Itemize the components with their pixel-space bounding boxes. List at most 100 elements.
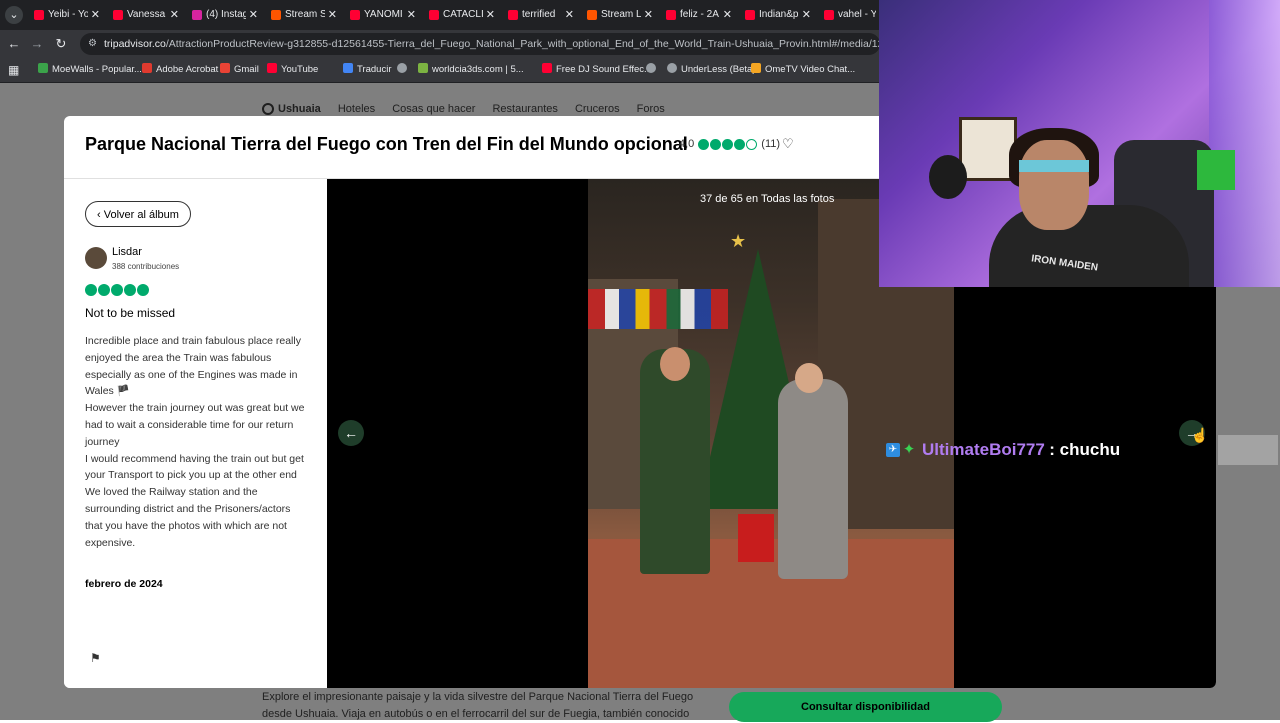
review-title: Not to be missed	[85, 306, 176, 320]
location-pin-icon	[262, 103, 274, 116]
bookmark-gmail[interactable]: Gmail	[220, 62, 259, 78]
browser-tab[interactable]: YANOMI ✕	[346, 4, 418, 26]
side-panel-block	[1218, 435, 1278, 465]
chat-username: UltimateBoi777	[922, 440, 1045, 459]
youtube-favicon-icon	[350, 10, 360, 20]
close-tab-icon[interactable]: ✕	[249, 4, 258, 26]
bookmark-moewalls[interactable]: MoeWalls - Popular...	[38, 62, 142, 78]
hand-cursor-icon: ☝	[1191, 427, 1209, 443]
gmail-favicon-icon	[220, 63, 230, 74]
nav-foros[interactable]: Foros	[637, 103, 665, 115]
review-rating	[85, 283, 150, 297]
sparkle-badge-icon: ✦	[902, 441, 916, 458]
browser-tab[interactable]: Vanessa · ✕	[109, 4, 181, 26]
bookmark-underless[interactable]: UnderLess (Beta)	[667, 62, 755, 78]
close-tab-icon[interactable]: ✕	[565, 4, 574, 26]
youtube-favicon-icon	[666, 10, 676, 20]
nav-restaurantes[interactable]: Restaurantes	[492, 103, 557, 115]
heart-icon[interactable]: ♡	[782, 137, 796, 151]
previous-photo-arrow-icon[interactable]: ←	[338, 420, 364, 446]
browser-tab[interactable]: terrified ✕	[504, 4, 576, 26]
rating-bubble-icon	[698, 138, 710, 150]
creeper-plush	[1197, 150, 1235, 190]
moewalls-favicon-icon	[38, 63, 48, 74]
rating-bubble-icon	[710, 138, 722, 150]
acrobat-favicon-icon	[142, 63, 152, 74]
bookmark-ometv[interactable]: OmeTV Video Chat...	[751, 62, 855, 78]
back-arrow-icon[interactable]: ←	[5, 35, 23, 53]
rating-value: 4,0	[679, 138, 695, 151]
youtube-favicon-icon	[542, 63, 552, 74]
report-flag-icon[interactable]: ⚑	[90, 651, 102, 665]
check-availability-button[interactable]: Consultar disponibilidad	[729, 692, 1002, 722]
review-body: Incredible place and train fabulous plac…	[85, 335, 305, 549]
rating-summary[interactable]: 4,0 (11)	[679, 138, 780, 154]
close-tab-icon[interactable]: ✕	[644, 4, 653, 26]
nav-cosas-que-hacer[interactable]: Cosas que hacer	[392, 103, 475, 115]
browser-tab[interactable]: (4) Instag ✕	[188, 4, 260, 26]
product-description: Explore el impresionante paisaje y la vi…	[262, 691, 694, 720]
soundcloud-favicon-icon	[271, 10, 281, 20]
reload-icon[interactable]: ↻	[52, 35, 70, 53]
reviewer-contributions: 388 contribuciones	[112, 262, 180, 271]
browser-tab[interactable]: CATACLI ✕	[425, 4, 497, 26]
close-tab-icon[interactable]: ✕	[328, 4, 337, 26]
close-tab-icon[interactable]: ✕	[407, 4, 416, 26]
rating-bubble-icon	[137, 284, 149, 296]
translate-favicon-icon	[343, 63, 353, 74]
url-path: /AttractionProductReview-g312855-d125614…	[165, 38, 880, 50]
youtube-favicon-icon	[429, 10, 439, 20]
nav-hoteles[interactable]: Hoteles	[338, 103, 375, 115]
browser-tab[interactable]: Stream L ✕	[583, 4, 655, 26]
browser-tab[interactable]: feliz - 2A ✕	[662, 4, 734, 26]
close-tab-icon[interactable]: ✕	[486, 4, 495, 26]
browser-tab[interactable]: vahel - Yo	[820, 4, 876, 26]
bookmark-globe-2[interactable]	[646, 62, 660, 78]
photo-counter: 37 de 65 en Todas las fotos	[700, 193, 835, 205]
address-bar[interactable]: ⚙ tripadvisor.co/AttractionProductReview…	[80, 33, 880, 55]
youtube-favicon-icon	[508, 10, 518, 20]
close-tab-icon[interactable]: ✕	[170, 4, 179, 26]
forward-arrow-icon[interactable]: →	[28, 35, 46, 53]
browser-tab[interactable]: Yeibi - Yo ✕	[30, 4, 102, 26]
site-info-icon[interactable]: ⚙	[88, 33, 100, 55]
prime-badge-icon: ✈	[886, 443, 900, 457]
close-tab-icon[interactable]: ✕	[723, 4, 732, 26]
streamer	[989, 205, 1189, 287]
rating-bubble-icon	[734, 138, 746, 150]
rating-bubble-icon	[85, 284, 97, 296]
nav-ushuaia[interactable]: Ushuaia	[262, 103, 321, 116]
apps-grid-icon[interactable]: ▦	[8, 64, 20, 76]
gift-box	[738, 514, 774, 562]
tree-star-icon: ★	[730, 231, 747, 251]
bookmark-free-dj-sound[interactable]: Free DJ Sound Effec...	[542, 62, 652, 78]
underless-favicon-icon	[667, 63, 677, 74]
bookmark-adobe-acrobat[interactable]: Adobe Acrobat	[142, 62, 218, 78]
bookmark-traducir[interactable]: Traducir	[343, 62, 392, 78]
plush-toy	[929, 155, 967, 199]
person-man	[640, 349, 710, 574]
close-tab-icon[interactable]: ✕	[91, 4, 100, 26]
bookmark-youtube[interactable]: YouTube	[267, 62, 318, 78]
rating-bubble-icon	[111, 284, 123, 296]
tab-search-chevron-icon[interactable]: ⌄	[5, 6, 23, 24]
chevron-left-icon: ‹	[97, 209, 104, 221]
bookmark-globe[interactable]	[397, 62, 411, 78]
bookmark-worldcia3ds[interactable]: worldcia3ds.com | 5...	[418, 62, 524, 78]
reviewer-name[interactable]: Lisdar	[112, 246, 142, 258]
rating-bubble-icon	[98, 284, 110, 296]
youtube-favicon-icon	[267, 63, 277, 74]
back-to-album-button[interactable]: ‹ Volver al álbum	[85, 201, 191, 227]
person-woman	[778, 379, 848, 579]
soundcloud-favicon-icon	[587, 10, 597, 20]
instagram-favicon-icon	[192, 10, 202, 20]
youtube-favicon-icon	[113, 10, 123, 20]
review-date: febrero de 2024	[85, 578, 163, 590]
avatar[interactable]	[85, 247, 107, 269]
browser-tab[interactable]: Indian&p ✕	[741, 4, 813, 26]
rating-bubble-icon	[722, 138, 734, 150]
chat-text: : chuchu	[1049, 440, 1121, 459]
close-tab-icon[interactable]: ✕	[802, 4, 811, 26]
nav-cruceros[interactable]: Cruceros	[575, 103, 620, 115]
browser-tab[interactable]: Stream S ✕	[267, 4, 339, 26]
